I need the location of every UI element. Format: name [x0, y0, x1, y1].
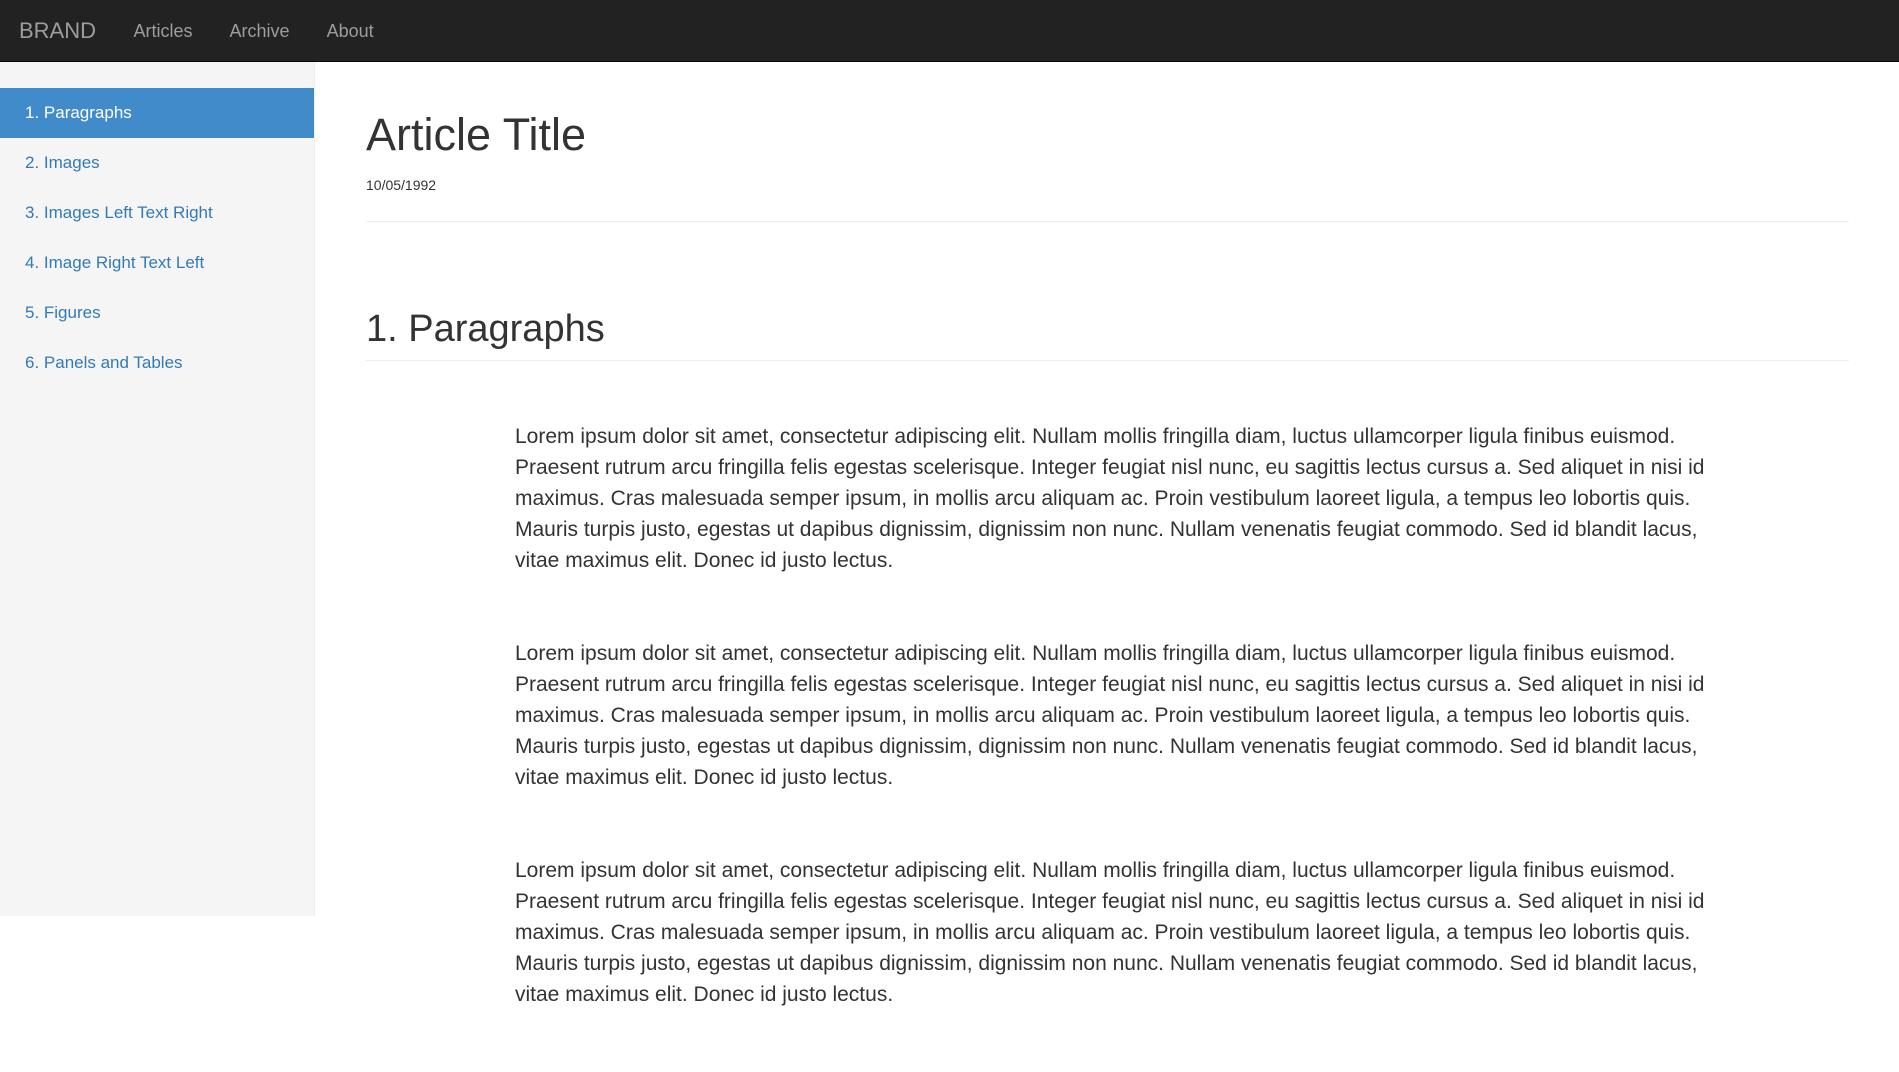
sidebar-link-panels-and-tables[interactable]: 6. Panels and Tables — [0, 338, 314, 388]
article-title: Article Title — [366, 109, 587, 160]
sidebar-item-paragraphs: 1. Paragraphs — [0, 88, 314, 138]
sidebar-link-figures[interactable]: 5. Figures — [0, 288, 314, 338]
top-navbar: BRAND Articles Archive About — [0, 0, 1899, 62]
section-title: 1. Paragraphs — [366, 308, 1849, 362]
paragraph: Lorem ipsum dolor sit amet, consectetur … — [515, 642, 1705, 790]
nav-links: Articles Archive About — [115, 0, 392, 62]
nav-item-about: About — [308, 0, 392, 62]
article-content: Article Title 10/05/1992 1. Paragraphs L… — [366, 62, 1849, 1072]
sidebar-link-paragraphs[interactable]: 1. Paragraphs — [0, 88, 314, 138]
paragraph: Lorem ipsum dolor sit amet, consectetur … — [515, 859, 1705, 1007]
sidebar-item-image-right-text-left: 4. Image Right Text Left — [0, 238, 314, 288]
paragraph-list: Lorem ipsum dolor sit amet, consectetur … — [515, 421, 1715, 1010]
sidebar-item-panels-and-tables: 6. Panels and Tables — [0, 338, 314, 388]
article-date: 10/05/1992 — [366, 176, 437, 193]
brand-link[interactable]: BRAND — [0, 0, 115, 62]
nav-link-articles[interactable]: Articles — [115, 0, 211, 62]
nav-link-archive[interactable]: Archive — [211, 0, 308, 62]
sidebar-link-images[interactable]: 2. Images — [0, 138, 314, 188]
sidebar-link-image-right-text-left[interactable]: 4. Image Right Text Left — [0, 238, 314, 288]
nav-item-archive: Archive — [211, 0, 308, 62]
sidebar-link-images-left-text-right[interactable]: 3. Images Left Text Right — [0, 188, 314, 238]
sidebar-item-images: 2. Images — [0, 138, 314, 188]
sidebar-item-figures: 5. Figures — [0, 288, 314, 338]
sidebar: 1. Paragraphs 2. Images 3. Images Left T… — [0, 62, 315, 916]
nav-link-about[interactable]: About — [308, 0, 392, 62]
sidebar-item-images-left-text-right: 3. Images Left Text Right — [0, 188, 314, 238]
nav-item-articles: Articles — [115, 0, 211, 62]
article-header: Article Title 10/05/1992 — [366, 62, 1849, 222]
sidebar-menu: 1. Paragraphs 2. Images 3. Images Left T… — [0, 88, 314, 388]
paragraph: Lorem ipsum dolor sit amet, consectetur … — [515, 425, 1705, 573]
